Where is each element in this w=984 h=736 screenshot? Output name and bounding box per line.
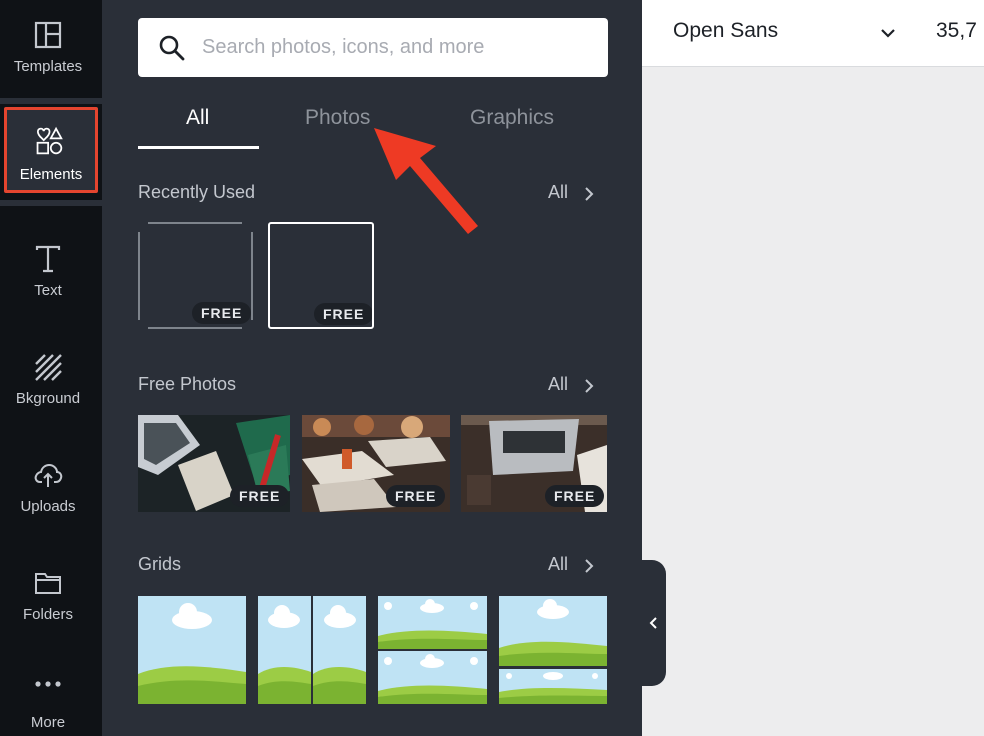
- nav-text[interactable]: Text: [0, 224, 102, 328]
- free-badge: FREE: [192, 302, 252, 324]
- nav-folders[interactable]: Folders: [0, 548, 102, 652]
- search-icon: [159, 35, 185, 61]
- nav-templates-label: Templates: [13, 58, 83, 75]
- more-icon: [35, 681, 61, 687]
- search-input[interactable]: [202, 30, 592, 64]
- free-badge: FREE: [314, 303, 372, 325]
- chevron-left-icon: [649, 617, 657, 629]
- nav-more[interactable]: More: [0, 656, 102, 736]
- font-size-input[interactable]: 35,7: [936, 19, 977, 43]
- nav-more-label: More: [30, 714, 66, 731]
- elements-icon: [36, 126, 63, 155]
- folder-icon: [35, 573, 61, 594]
- tab-all[interactable]: All: [186, 106, 209, 130]
- nav-templates[interactable]: Templates: [0, 0, 102, 104]
- rail-separator: [0, 200, 102, 206]
- free-photos-all-link[interactable]: All: [548, 374, 568, 395]
- nav-uploads[interactable]: Uploads: [0, 440, 102, 544]
- free-badge: FREE: [545, 485, 605, 507]
- annotation-arrow: [374, 128, 478, 234]
- font-family-dropdown[interactable]: Open Sans: [673, 19, 778, 43]
- elements-panel: All Photos Graphics Recently Used All FR…: [102, 0, 642, 736]
- nav-background[interactable]: Bkground: [0, 332, 102, 436]
- chevron-right-icon[interactable]: [582, 379, 596, 393]
- upload-icon: [34, 463, 63, 487]
- recently-used-all-link[interactable]: All: [548, 182, 568, 203]
- nav-elements[interactable]: Elements: [4, 107, 98, 193]
- nav-elements-label: Elements: [19, 166, 83, 183]
- grid-preview: [258, 596, 366, 704]
- grid-preview: [138, 596, 246, 704]
- free-badge: FREE: [230, 485, 290, 507]
- photo-thumb-laptop-notebook[interactable]: FREE: [138, 415, 290, 512]
- chevron-right-icon[interactable]: [582, 559, 596, 573]
- recent-frame-solid[interactable]: FREE: [268, 222, 374, 329]
- active-tab-indicator: [138, 146, 259, 149]
- background-icon: [35, 354, 62, 381]
- top-toolbar: Open Sans 35,7: [642, 0, 984, 67]
- nav-text-label: Text: [34, 282, 62, 299]
- free-photos-title: Free Photos: [138, 374, 237, 394]
- text-icon: [35, 245, 61, 273]
- grid-layout-two-rows[interactable]: [378, 596, 487, 704]
- grid-layout-single[interactable]: [138, 596, 246, 704]
- search-box[interactable]: [138, 18, 608, 77]
- nav-uploads-label: Uploads: [20, 498, 76, 515]
- chevron-right-icon[interactable]: [582, 187, 596, 201]
- template-icon: [34, 21, 62, 49]
- collapse-panel-button[interactable]: [642, 560, 666, 686]
- recently-used-title: Recently Used: [138, 182, 256, 202]
- nav-folders-label: Folders: [22, 606, 74, 623]
- photo-thumb-cafe-table[interactable]: FREE: [302, 415, 450, 512]
- free-badge: FREE: [386, 485, 446, 507]
- photo-thumb-laptop-desk[interactable]: FREE: [461, 415, 607, 512]
- rail-separator: [0, 98, 102, 104]
- grid-preview: [378, 596, 487, 704]
- recent-frame-dashed[interactable]: FREE: [138, 222, 254, 329]
- left-nav-rail: Templates Elements Text Bkground Uploads…: [0, 0, 102, 736]
- grids-all-link[interactable]: All: [548, 554, 568, 575]
- chevron-down-icon[interactable]: [879, 24, 897, 42]
- grid-layout-two-columns[interactable]: [258, 596, 366, 704]
- grids-title: Grids: [138, 554, 182, 574]
- tab-photos[interactable]: Photos: [305, 106, 370, 130]
- grid-preview: [499, 596, 607, 704]
- nav-background-label: Bkground: [15, 390, 81, 407]
- grid-layout-top-bottom[interactable]: [499, 596, 607, 704]
